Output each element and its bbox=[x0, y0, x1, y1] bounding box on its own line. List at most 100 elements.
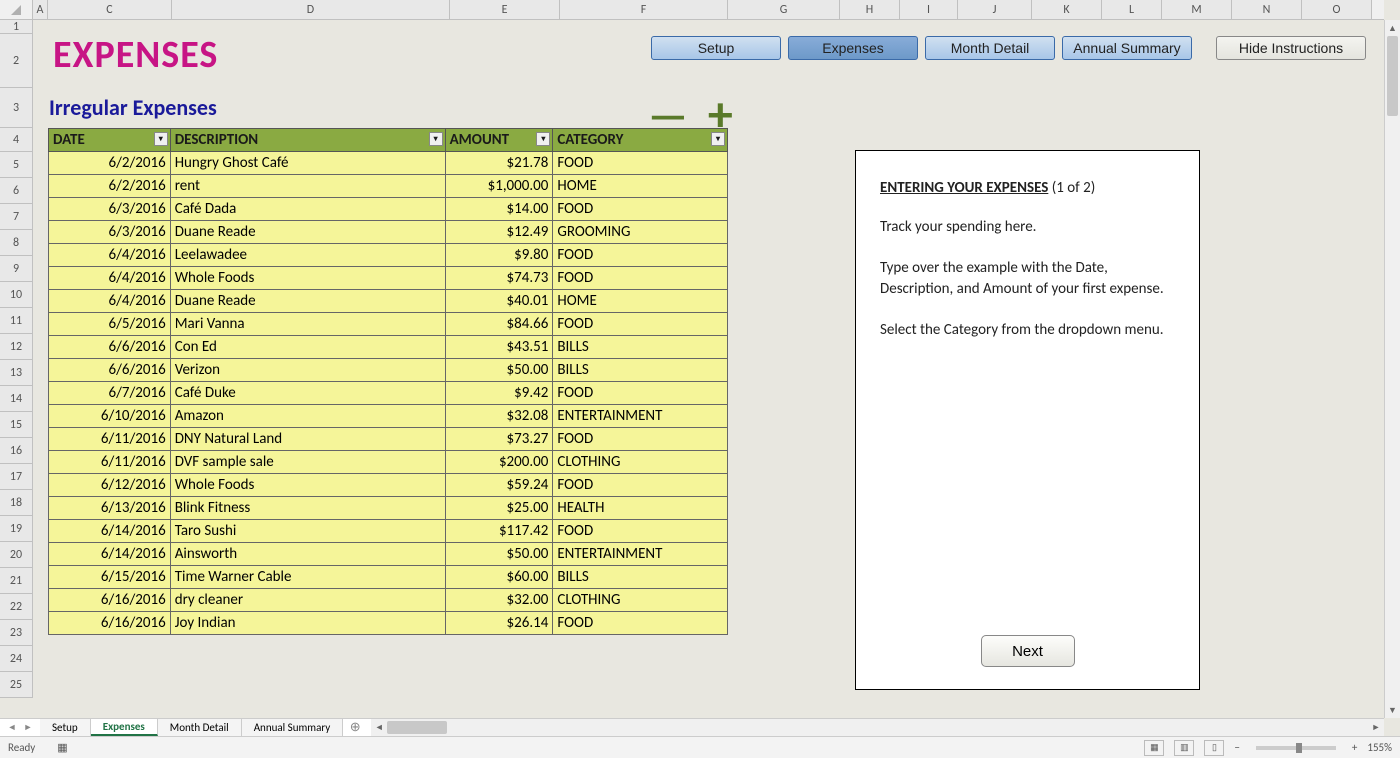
column-header[interactable]: M bbox=[1162, 0, 1232, 19]
table-row[interactable]: 6/4/2016Whole Foods$74.73FOOD bbox=[49, 267, 728, 290]
worksheet-area[interactable]: EXPENSES Irregular Expenses Setup Expens… bbox=[33, 20, 1384, 718]
cell-cat[interactable]: FOOD bbox=[553, 474, 728, 497]
cell-desc[interactable]: Duane Reade bbox=[170, 290, 445, 313]
cell-desc[interactable]: dry cleaner bbox=[170, 589, 445, 612]
cell-desc[interactable]: Mari Vanna bbox=[170, 313, 445, 336]
cell-amt[interactable]: $200.00 bbox=[445, 451, 553, 474]
column-header[interactable]: C bbox=[48, 0, 172, 19]
row-header[interactable]: 3 bbox=[0, 88, 33, 128]
cell-amt[interactable]: $50.00 bbox=[445, 543, 553, 566]
cell-amt[interactable]: $9.80 bbox=[445, 244, 553, 267]
nav-setup-button[interactable]: Setup bbox=[651, 36, 781, 60]
column-header[interactable]: F bbox=[560, 0, 728, 19]
row-header[interactable]: 12 bbox=[0, 334, 33, 360]
table-row[interactable]: 6/2/2016rent$1,000.00HOME bbox=[49, 175, 728, 198]
cell-amt[interactable]: $25.00 bbox=[445, 497, 553, 520]
filter-icon[interactable]: ▾ bbox=[154, 132, 168, 146]
scroll-up-icon[interactable]: ▲ bbox=[1385, 20, 1400, 36]
cell-cat[interactable]: BILLS bbox=[553, 336, 728, 359]
column-header[interactable]: K bbox=[1032, 0, 1102, 19]
scroll-thumb[interactable] bbox=[1387, 36, 1398, 116]
cell-date[interactable]: 6/4/2016 bbox=[49, 290, 171, 313]
cell-date[interactable]: 6/7/2016 bbox=[49, 382, 171, 405]
table-row[interactable]: 6/11/2016DVF sample sale$200.00CLOTHING bbox=[49, 451, 728, 474]
nav-annual-summary-button[interactable]: Annual Summary bbox=[1062, 36, 1192, 60]
zoom-level[interactable]: 155% bbox=[1367, 741, 1392, 754]
cell-date[interactable]: 6/16/2016 bbox=[49, 612, 171, 635]
row-header[interactable]: 17 bbox=[0, 464, 33, 490]
cell-amt[interactable]: $50.00 bbox=[445, 359, 553, 382]
table-row[interactable]: 6/12/2016Whole Foods$59.24FOOD bbox=[49, 474, 728, 497]
row-header[interactable]: 1 bbox=[0, 20, 33, 34]
cell-cat[interactable]: CLOTHING bbox=[553, 589, 728, 612]
row-header[interactable]: 22 bbox=[0, 594, 33, 620]
scroll-down-icon[interactable]: ▼ bbox=[1385, 702, 1400, 718]
cell-desc[interactable]: Amazon bbox=[170, 405, 445, 428]
view-normal-icon[interactable]: ▦ bbox=[1144, 740, 1164, 756]
cell-amt[interactable]: $117.42 bbox=[445, 520, 553, 543]
cell-date[interactable]: 6/14/2016 bbox=[49, 543, 171, 566]
table-row[interactable]: 6/3/2016Duane Reade$12.49GROOMING bbox=[49, 221, 728, 244]
row-header[interactable]: 4 bbox=[0, 128, 33, 152]
row-header[interactable]: 15 bbox=[0, 412, 33, 438]
row-header[interactable]: 19 bbox=[0, 516, 33, 542]
cell-cat[interactable]: ENTERTAINMENT bbox=[553, 405, 728, 428]
row-header[interactable]: 21 bbox=[0, 568, 33, 594]
hide-instructions-button[interactable]: Hide Instructions bbox=[1216, 36, 1366, 60]
cell-amt[interactable]: $14.00 bbox=[445, 198, 553, 221]
column-header[interactable]: J bbox=[958, 0, 1032, 19]
nav-expenses-button[interactable]: Expenses bbox=[788, 36, 918, 60]
macro-record-icon[interactable]: ▦ bbox=[57, 741, 67, 754]
cell-date[interactable]: 6/3/2016 bbox=[49, 221, 171, 244]
cell-amt[interactable]: $60.00 bbox=[445, 566, 553, 589]
table-row[interactable]: 6/6/2016Con Ed$43.51BILLS bbox=[49, 336, 728, 359]
cell-cat[interactable]: FOOD bbox=[553, 152, 728, 175]
cell-desc[interactable]: Time Warner Cable bbox=[170, 566, 445, 589]
tab-prev-icon[interactable]: ◄ bbox=[4, 722, 20, 733]
table-row[interactable]: 6/2/2016Hungry Ghost Café$21.78FOOD bbox=[49, 152, 728, 175]
table-row[interactable]: 6/4/2016Duane Reade$40.01HOME bbox=[49, 290, 728, 313]
cell-cat[interactable]: FOOD bbox=[553, 428, 728, 451]
column-header[interactable]: D bbox=[172, 0, 450, 19]
view-page-break-icon[interactable]: ▯ bbox=[1204, 740, 1224, 756]
filter-icon[interactable]: ▾ bbox=[711, 132, 725, 146]
table-row[interactable]: 6/14/2016Ainsworth$50.00ENTERTAINMENT bbox=[49, 543, 728, 566]
cell-desc[interactable]: Con Ed bbox=[170, 336, 445, 359]
cell-date[interactable]: 6/4/2016 bbox=[49, 267, 171, 290]
column-header[interactable]: L bbox=[1102, 0, 1162, 19]
table-row[interactable]: 6/16/2016Joy Indian$26.14FOOD bbox=[49, 612, 728, 635]
cell-cat[interactable]: GROOMING bbox=[553, 221, 728, 244]
cell-cat[interactable]: FOOD bbox=[553, 382, 728, 405]
row-header[interactable]: 13 bbox=[0, 360, 33, 386]
row-header[interactable]: 8 bbox=[0, 230, 33, 256]
row-header[interactable]: 6 bbox=[0, 178, 33, 204]
cell-amt[interactable]: $21.78 bbox=[445, 152, 553, 175]
row-header[interactable]: 25 bbox=[0, 672, 33, 698]
cell-cat[interactable]: FOOD bbox=[553, 267, 728, 290]
cell-amt[interactable]: $43.51 bbox=[445, 336, 553, 359]
cell-desc[interactable]: Ainsworth bbox=[170, 543, 445, 566]
cell-cat[interactable]: ENTERTAINMENT bbox=[553, 543, 728, 566]
column-header[interactable]: E bbox=[450, 0, 560, 19]
cell-date[interactable]: 6/12/2016 bbox=[49, 474, 171, 497]
cell-amt[interactable]: $73.27 bbox=[445, 428, 553, 451]
cell-cat[interactable]: CLOTHING bbox=[553, 451, 728, 474]
sheet-tab[interactable]: Setup bbox=[40, 719, 91, 736]
table-row[interactable]: 6/16/2016dry cleaner$32.00CLOTHING bbox=[49, 589, 728, 612]
filter-icon[interactable]: ▾ bbox=[536, 132, 550, 146]
select-all-corner[interactable] bbox=[0, 0, 33, 20]
column-header[interactable]: G bbox=[728, 0, 840, 19]
cell-cat[interactable]: HOME bbox=[553, 290, 728, 313]
header-category[interactable]: CATEGORY ▾ bbox=[553, 129, 728, 152]
table-row[interactable]: 6/5/2016Mari Vanna$84.66FOOD bbox=[49, 313, 728, 336]
cell-amt[interactable]: $74.73 bbox=[445, 267, 553, 290]
filter-icon[interactable]: ▾ bbox=[429, 132, 443, 146]
zoom-out-icon[interactable]: − bbox=[1234, 741, 1239, 754]
table-row[interactable]: 6/14/2016Taro Sushi$117.42FOOD bbox=[49, 520, 728, 543]
cell-amt[interactable]: $9.42 bbox=[445, 382, 553, 405]
cell-desc[interactable]: Café Dada bbox=[170, 198, 445, 221]
nav-month-detail-button[interactable]: Month Detail bbox=[925, 36, 1055, 60]
cell-desc[interactable]: Whole Foods bbox=[170, 474, 445, 497]
view-page-layout-icon[interactable]: ▥ bbox=[1174, 740, 1194, 756]
cell-desc[interactable]: Whole Foods bbox=[170, 267, 445, 290]
